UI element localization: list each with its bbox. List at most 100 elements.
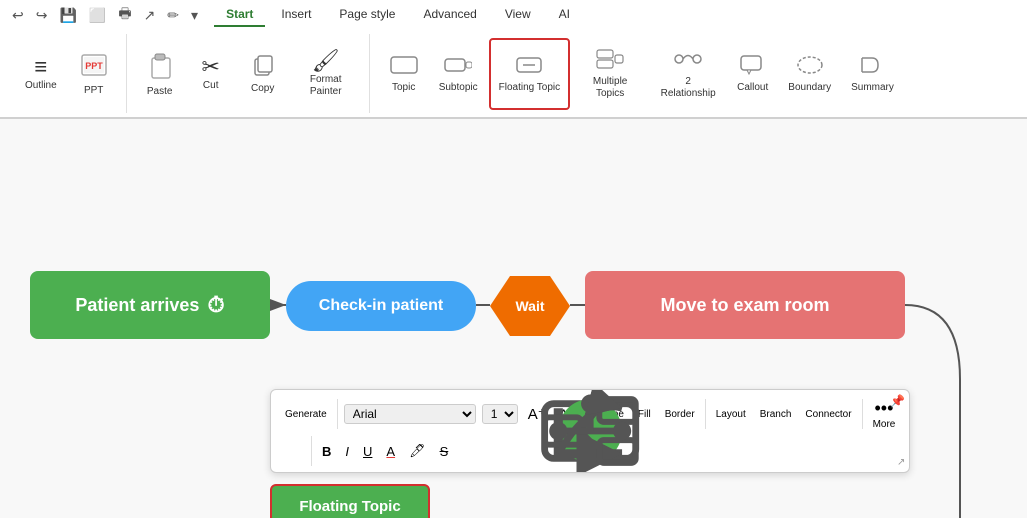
- tab-ai[interactable]: AI: [547, 3, 582, 27]
- ribbon-toolbar: ≡ Outline PPT PPT Paste ✂ Cut: [0, 30, 1027, 118]
- font-size-selector[interactable]: 12 14 16 18: [482, 404, 518, 424]
- italic-button[interactable]: I: [341, 442, 353, 461]
- boundary-icon: [796, 54, 824, 80]
- relationship-button[interactable]: 2 Relationship: [650, 38, 726, 110]
- node-wait1[interactable]: Wait: [490, 276, 570, 336]
- border-label: Border: [665, 409, 695, 420]
- outline-icon: ≡: [34, 56, 47, 78]
- undo-button[interactable]: ↩: [8, 5, 28, 26]
- subtopic-label: Subtopic: [439, 82, 478, 94]
- more-label: More: [873, 419, 896, 430]
- highlight-button[interactable]: 🖊: [405, 441, 430, 461]
- branch-button[interactable]: Branch: [756, 407, 796, 422]
- floating-topic-text: Floating Topic: [299, 498, 400, 515]
- floating-topic-label: Floating Topic: [499, 82, 561, 94]
- float-toolbar-row1: Generate Arial Times New Roman Calibri 1…: [281, 396, 899, 432]
- branch-label: Branch: [760, 409, 792, 420]
- paste-label: Paste: [147, 86, 173, 98]
- font-increase-button[interactable]: A⁺: [524, 403, 550, 425]
- outline-button[interactable]: ≡ Outline: [16, 38, 66, 110]
- shape-button[interactable]: Shape: [591, 407, 628, 422]
- generate-button[interactable]: Generate: [281, 407, 331, 422]
- ppt-icon: PPT: [80, 51, 108, 83]
- boundary-label: Boundary: [788, 82, 831, 94]
- node-floating-topic[interactable]: Floating Topic: [270, 484, 430, 518]
- redo-button[interactable]: ↪: [32, 5, 52, 26]
- copy-icon: [251, 53, 275, 81]
- new-button[interactable]: ⬜: [85, 5, 110, 26]
- tab-advanced[interactable]: Advanced: [411, 3, 488, 27]
- patient-arrives-text: Patient arrives: [75, 295, 199, 316]
- callout-label: Callout: [737, 82, 768, 94]
- ppt-label: PPT: [84, 85, 103, 97]
- checkin-text: Check-in patient: [319, 297, 443, 315]
- format-painter-icon: 🖌: [312, 50, 340, 72]
- toolbar-separator: [337, 399, 338, 429]
- layout-button[interactable]: Layout: [712, 407, 750, 422]
- more-quick-button[interactable]: ▾: [187, 5, 202, 26]
- toolbar-separator3: [705, 399, 706, 429]
- font-selector[interactable]: Arial Times New Roman Calibri: [344, 404, 476, 424]
- canvas-area[interactable]: Patient arrives ⏱ Check-in patient Wait …: [0, 119, 1027, 518]
- summary-button[interactable]: Summary: [842, 38, 903, 110]
- export-button[interactable]: ↗: [140, 5, 160, 26]
- summary-label: Summary: [851, 82, 894, 94]
- format-painter-button[interactable]: 🖌 Format Painter: [291, 38, 361, 110]
- fill-label: Fill: [638, 409, 651, 420]
- multiple-topics-button[interactable]: Multiple Topics: [572, 38, 648, 110]
- topic-label: Topic: [392, 82, 415, 94]
- connector-button[interactable]: Connector: [801, 407, 855, 422]
- font-color-button[interactable]: A: [382, 442, 399, 461]
- subtopic-button[interactable]: Subtopic: [430, 38, 487, 110]
- node-move-to-exam[interactable]: Move to exam room: [585, 271, 905, 339]
- edit-button[interactable]: ✏: [163, 5, 183, 26]
- expand-button[interactable]: ↗: [897, 457, 905, 468]
- multiple-topics-label: Multiple Topics: [581, 76, 639, 100]
- floating-topic-button[interactable]: Floating Topic: [489, 38, 571, 110]
- ppt-button[interactable]: PPT PPT: [70, 38, 118, 110]
- quick-access-toolbar: ↩ ↪ 💾 ⬜ 🖶 ↗ ✏ ▾: [8, 1, 202, 29]
- relationship-label: 2 Relationship: [659, 76, 717, 100]
- tab-view[interactable]: View: [493, 3, 543, 27]
- print-button[interactable]: 🖶: [114, 1, 135, 29]
- connector-label: Connector: [805, 409, 851, 420]
- copy-button[interactable]: Copy: [239, 38, 287, 110]
- tab-start[interactable]: Start: [214, 3, 265, 27]
- node-checkin-patient[interactable]: Check-in patient: [286, 281, 476, 331]
- toolbar-separator4: [862, 399, 863, 429]
- tb-sep-b: [311, 436, 312, 466]
- float-toolbar-row2: B I U A 🖊 S: [281, 436, 899, 466]
- tab-page-style[interactable]: Page style: [327, 3, 407, 27]
- fill-button[interactable]: Fill: [634, 407, 655, 422]
- paste-button[interactable]: Paste: [137, 38, 183, 110]
- format-painter-label: Format Painter: [300, 74, 352, 98]
- pin-button[interactable]: 📌: [890, 394, 905, 408]
- clock-icon: ⏱: [207, 292, 224, 318]
- view-group: ≡ Outline PPT PPT: [8, 34, 127, 113]
- clipboard-group: Paste ✂ Cut Copy 🖌 Format Painter: [129, 34, 370, 113]
- font-decrease-button[interactable]: A⁻: [556, 405, 578, 423]
- subtopic-icon: [444, 54, 472, 80]
- tab-insert[interactable]: Insert: [269, 3, 323, 27]
- summary-icon: [858, 54, 886, 80]
- underline-button[interactable]: U: [359, 442, 376, 461]
- cut-icon: ✂: [201, 56, 219, 78]
- topic-icon: [390, 54, 418, 80]
- bold-button[interactable]: B: [318, 442, 335, 461]
- floating-topic-icon: [515, 54, 543, 80]
- boundary-button[interactable]: Boundary: [779, 38, 840, 110]
- node-patient-arrives[interactable]: Patient arrives ⏱: [30, 271, 270, 339]
- topic-button[interactable]: Topic: [380, 38, 428, 110]
- move-text: Move to exam room: [660, 295, 829, 316]
- save-button[interactable]: 💾: [55, 5, 80, 26]
- callout-button[interactable]: Callout: [728, 38, 777, 110]
- relationship-icon: [674, 48, 702, 74]
- callout-icon: [739, 54, 767, 80]
- strikethrough-button[interactable]: S: [436, 442, 453, 461]
- outline-label: Outline: [25, 80, 57, 92]
- border-button[interactable]: Border: [661, 407, 699, 422]
- copy-label: Copy: [251, 83, 274, 95]
- toolbar-separator2: [584, 399, 585, 429]
- cut-button[interactable]: ✂ Cut: [187, 38, 235, 110]
- cut-label: Cut: [203, 80, 219, 92]
